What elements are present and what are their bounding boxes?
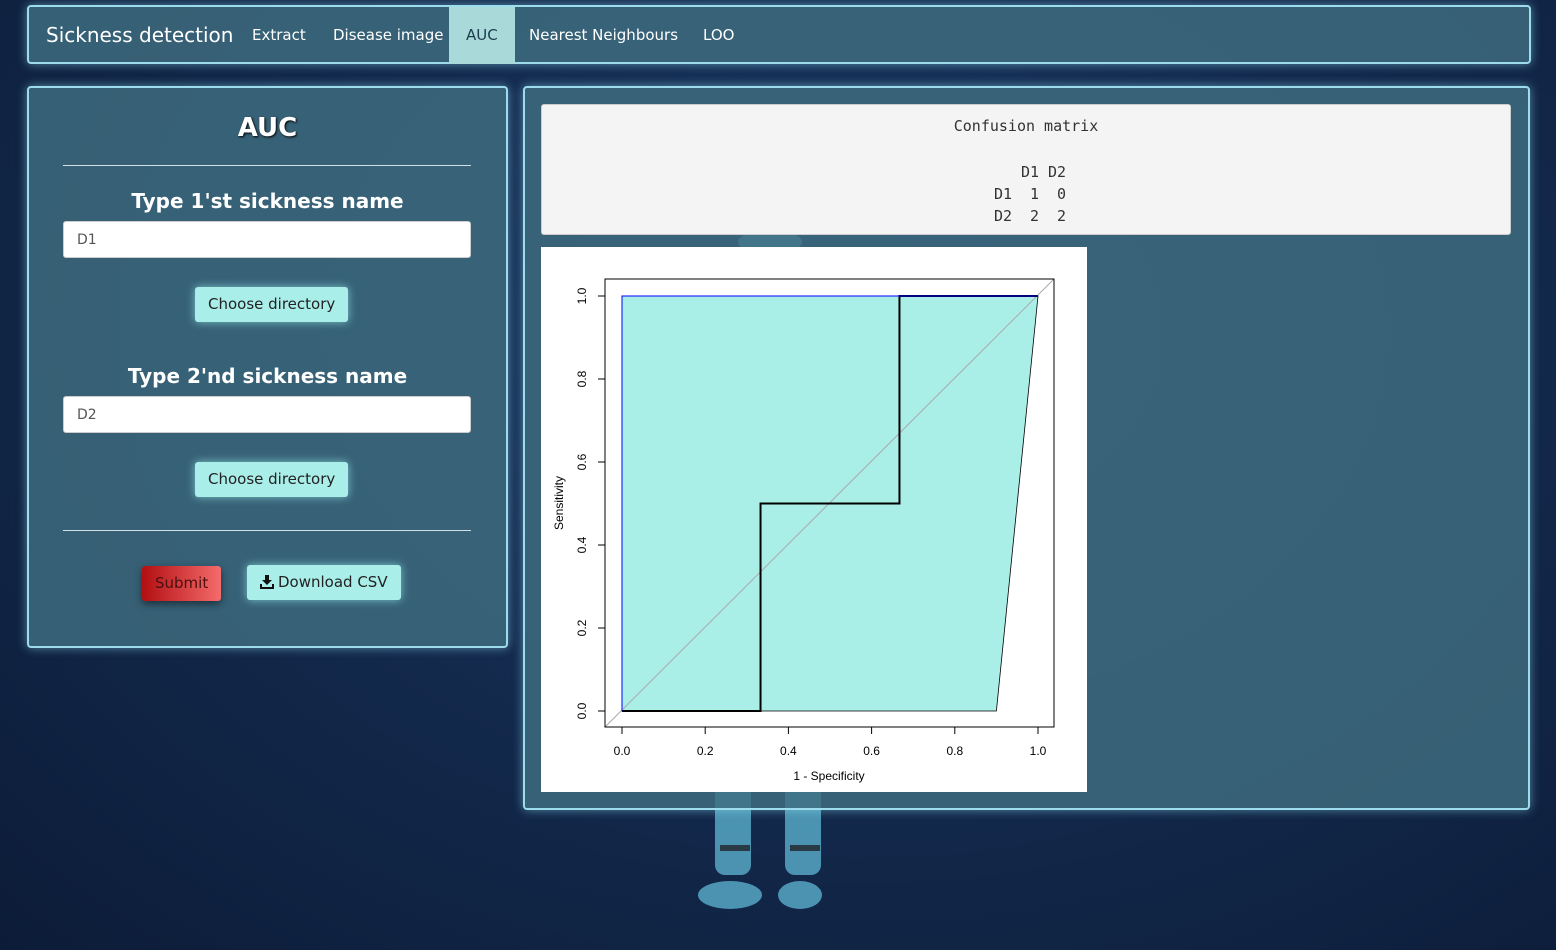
y-tick-label: 0.0 bbox=[575, 702, 589, 719]
x-tick-label: 0.6 bbox=[863, 744, 880, 758]
matrix-cell: 0 bbox=[1057, 185, 1067, 203]
y-axis-label: Sensitivity bbox=[552, 476, 566, 530]
submit-button[interactable]: Submit bbox=[142, 566, 222, 601]
matrix-col-header: D2 bbox=[1048, 163, 1067, 181]
matrix-row: D2 2 2 bbox=[994, 205, 1066, 227]
sickness2-input[interactable] bbox=[63, 396, 471, 433]
nav-item-auc[interactable]: AUC bbox=[449, 7, 515, 64]
choose-directory-2-button[interactable]: Choose directory bbox=[195, 462, 349, 497]
y-tick-label: 0.4 bbox=[575, 536, 589, 553]
download-icon bbox=[260, 575, 274, 589]
roc-chart: 1 - Specificity Sensitivity 0.0 0.2 0.4 0.6… bbox=[552, 278, 1055, 783]
nav-item-extract[interactable]: Extract bbox=[235, 7, 323, 64]
matrix-row-header: D2 bbox=[994, 207, 1013, 225]
x-tick-label: 0.0 bbox=[614, 744, 631, 758]
divider bbox=[63, 165, 471, 166]
matrix-row: D1 1 0 bbox=[994, 183, 1066, 205]
matrix-col-header: D1 bbox=[1021, 163, 1040, 181]
nav-item-nearest-neighbours[interactable]: Nearest Neighbours bbox=[512, 7, 695, 64]
panel-title: AUC bbox=[237, 113, 298, 143]
y-tick-label: 0.2 bbox=[575, 619, 589, 636]
choose-directory-1-button[interactable]: Choose directory bbox=[195, 287, 349, 322]
x-tick-label: 1.0 bbox=[1030, 744, 1047, 758]
sickness1-input[interactable] bbox=[63, 221, 471, 258]
matrix-cell: 2 bbox=[1030, 207, 1040, 225]
divider bbox=[63, 530, 471, 531]
sickness1-label: Type 1'st sickness name bbox=[131, 189, 404, 213]
x-tick-label: 0.8 bbox=[946, 744, 963, 758]
confusion-matrix-table: D1 D2 D1 1 0 D2 2 2 bbox=[994, 161, 1066, 227]
nav-item-loo[interactable]: LOO bbox=[686, 7, 751, 64]
y-tick-label: 0.6 bbox=[575, 453, 589, 470]
nav-item-disease-image[interactable]: Disease image bbox=[316, 7, 461, 64]
x-axis-label: 1 - Specificity bbox=[793, 769, 864, 783]
download-csv-button[interactable]: Download CSV bbox=[247, 565, 401, 600]
app-brand[interactable]: Sickness detection bbox=[46, 7, 233, 64]
results-panel: Confusion matrix D1 D2 D1 1 0 D2 2 2 1 -… bbox=[523, 86, 1530, 810]
confusion-matrix-box: Confusion matrix D1 D2 D1 1 0 D2 2 2 bbox=[541, 104, 1511, 235]
x-tick-label: 0.2 bbox=[697, 744, 714, 758]
confusion-matrix-title: Confusion matrix bbox=[953, 117, 1099, 135]
y-tick-label: 1.0 bbox=[575, 287, 589, 304]
auc-form-panel: AUC Type 1'st sickness name Choose direc… bbox=[27, 86, 508, 648]
download-csv-label: Download CSV bbox=[278, 573, 388, 591]
sickness2-label: Type 2'nd sickness name bbox=[127, 364, 408, 388]
matrix-cell: 2 bbox=[1057, 207, 1067, 225]
matrix-row-header: D1 bbox=[994, 185, 1013, 203]
top-navbar: Sickness detection Extract Disease image… bbox=[27, 5, 1531, 64]
roc-plot: 1 - Specificity Sensitivity 0.0 0.2 0.4 0.6… bbox=[541, 247, 1087, 792]
x-tick-label: 0.4 bbox=[780, 744, 797, 758]
matrix-cell: 1 bbox=[1030, 185, 1040, 203]
y-tick-label: 0.8 bbox=[575, 370, 589, 387]
